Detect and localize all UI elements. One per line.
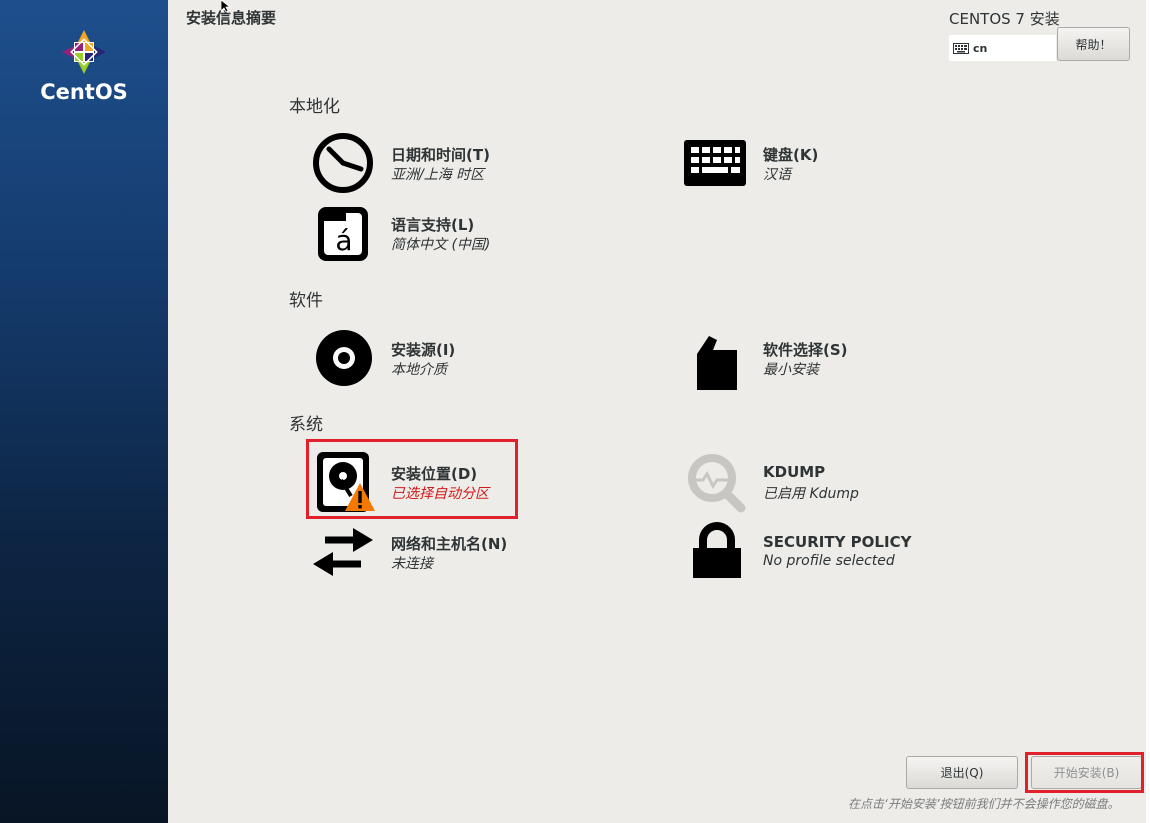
keyboard-icon <box>953 42 969 54</box>
window-edge <box>1146 0 1150 823</box>
spoke-security-policy-status: No profile selected <box>763 553 895 569</box>
svg-text:á: á <box>335 224 352 257</box>
spoke-date-time[interactable]: 日期和时间(T) 亚洲/上海 时区 <box>311 131 541 195</box>
clock-icon <box>313 133 373 193</box>
quit-button[interactable]: 退出(Q) <box>906 756 1018 789</box>
section-localization: 本地化 <box>289 97 340 117</box>
spoke-date-time-status: 亚洲/上海 时区 <box>391 167 485 183</box>
magnifier-icon <box>688 454 746 513</box>
disc-icon <box>316 330 372 386</box>
keyboard-layout-value: cn <box>973 41 988 55</box>
spoke-language-support-status: 简体中文 (中国) <box>391 237 491 253</box>
spoke-security-policy-title: SECURITY POLICY <box>763 533 912 551</box>
spoke-date-time-title: 日期和时间(T) <box>391 146 490 164</box>
mouse-cursor-icon <box>221 0 231 12</box>
spoke-keyboard[interactable]: 键盘(K) 汉语 <box>683 131 883 195</box>
spoke-software-selection[interactable]: 软件选择(S) 最小安装 <box>683 326 913 390</box>
section-software: 软件 <box>289 291 323 311</box>
page-title: 安装信息摘要 <box>186 9 277 27</box>
footer-note: 在点击‘开始安装’按钮前我们并不会操作您的磁盘。 <box>848 797 1120 811</box>
spoke-kdump-title: KDUMP <box>763 463 826 481</box>
spoke-kdump[interactable]: KDUMP 已启用 Kdump <box>683 450 913 514</box>
highlight-box-begin <box>1025 752 1144 793</box>
centos-logo-text: CentOS <box>40 80 128 104</box>
centos-logo-icon <box>62 30 106 74</box>
lock-icon <box>693 522 741 578</box>
spoke-network-hostname[interactable]: 网络和主机名(N) 未连接 <box>311 520 541 584</box>
spoke-network-hostname-status: 未连接 <box>391 556 433 572</box>
spoke-installation-source-status: 本地介质 <box>391 362 447 378</box>
product-title: CENTOS 7 安装 <box>949 10 1060 28</box>
spoke-software-selection-title: 软件选择(S) <box>763 341 848 359</box>
installation-summary-hub: 安装信息摘要 CENTOS 7 安装 cn 帮助！ 本地化 软件 系统 日期和时… <box>168 0 1146 823</box>
network-arrows-icon <box>313 528 373 576</box>
spoke-keyboard-title: 键盘(K) <box>763 146 819 164</box>
spoke-installation-source[interactable]: 安装源(I) 本地介质 <box>311 326 541 390</box>
sidebar: CentOS <box>0 0 168 823</box>
section-system: 系统 <box>289 415 323 435</box>
keyboard-layout-indicator[interactable]: cn <box>949 35 1056 61</box>
package-icon <box>697 336 737 390</box>
spoke-installation-source-title: 安装源(I) <box>391 341 456 359</box>
highlight-box-destination <box>306 439 518 519</box>
language-icon: á <box>318 207 368 261</box>
spoke-keyboard-status: 汉语 <box>763 167 791 183</box>
help-button[interactable]: 帮助！ <box>1057 27 1130 61</box>
spoke-language-support[interactable]: á 语言支持(L) 简体中文 (中国) <box>311 201 541 265</box>
keyboard-icon <box>684 140 746 186</box>
spoke-kdump-status: 已启用 Kdump <box>763 486 859 502</box>
spoke-software-selection-status: 最小安装 <box>763 362 819 378</box>
spoke-network-hostname-title: 网络和主机名(N) <box>391 535 508 553</box>
spoke-language-support-title: 语言支持(L) <box>391 216 475 234</box>
spoke-security-policy[interactable]: SECURITY POLICY No profile selected <box>683 520 923 584</box>
